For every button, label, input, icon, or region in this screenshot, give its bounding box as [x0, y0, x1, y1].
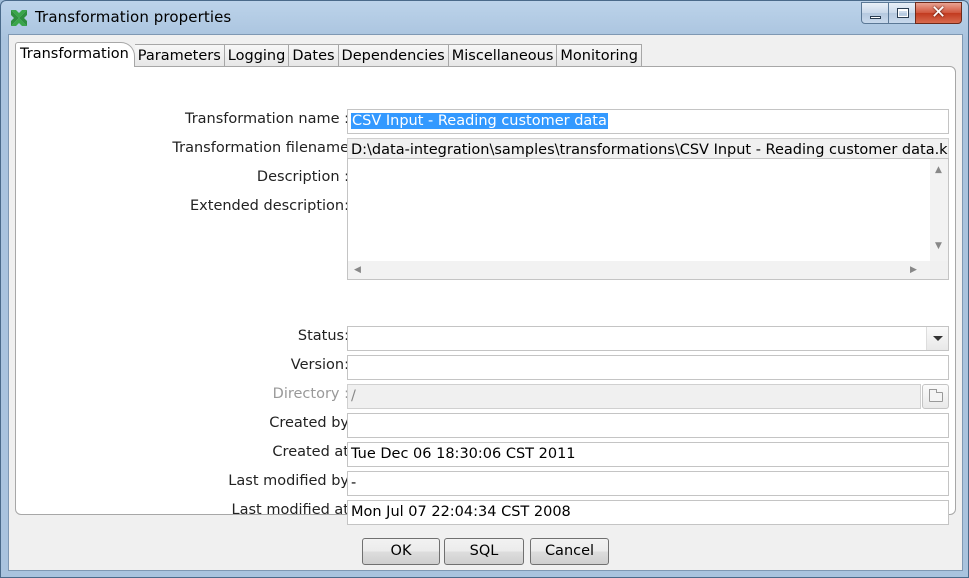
tab-dates[interactable]: Dates: [289, 44, 339, 67]
browse-directory-button[interactable]: [922, 384, 949, 409]
sql-button[interactable]: SQL: [444, 538, 524, 565]
description-label: Description :: [256, 169, 349, 185]
last-modified-by-label: Last modified by: [228, 473, 349, 489]
last-modified-at-label: Last modified at: [231, 502, 349, 518]
maximize-button[interactable]: [888, 2, 916, 24]
minimize-icon: [870, 16, 881, 19]
scroll-right-icon[interactable]: ▶: [910, 265, 917, 275]
created-at-label: Created at: [272, 444, 349, 460]
tab-dependencies[interactable]: Dependencies: [338, 44, 449, 67]
created-at-input[interactable]: Tue Dec 06 18:30:06 CST 2011: [347, 442, 949, 467]
tab-monitoring[interactable]: Monitoring: [557, 44, 642, 67]
tab-miscellaneous[interactable]: Miscellaneous: [448, 44, 558, 67]
folder-icon: [929, 389, 943, 402]
minimize-button[interactable]: [861, 2, 889, 24]
transformation-filename-label: Transformation filename: [172, 140, 349, 156]
window-title: Transformation properties: [35, 8, 232, 26]
extended-description-textarea[interactable]: ▲ ▼ ◀ ▶: [347, 158, 949, 280]
last-modified-at-input[interactable]: Mon Jul 07 22:04:34 CST 2008: [347, 500, 949, 525]
tab-transformation[interactable]: Transformation: [15, 42, 135, 67]
transformation-tab-panel: Transformation name : CSV Input - Readin…: [15, 66, 956, 525]
maximize-icon: [897, 8, 909, 18]
directory-label: Directory :: [272, 386, 349, 402]
close-button[interactable]: ✕: [915, 2, 962, 24]
transformation-name-value: CSV Input - Reading customer data: [351, 113, 608, 129]
app-icon: [11, 10, 27, 26]
tab-parameters[interactable]: Parameters: [134, 44, 225, 67]
status-label: Status:: [297, 328, 349, 344]
created-by-label: Created by: [269, 415, 349, 431]
close-icon: ✕: [930, 2, 947, 23]
transformation-name-input[interactable]: CSV Input - Reading customer data: [347, 109, 949, 134]
version-label: Version:: [290, 357, 349, 373]
last-modified-by-input[interactable]: -: [347, 471, 949, 496]
tab-logging[interactable]: Logging: [224, 44, 290, 67]
extended-description-label: Extended description:: [190, 198, 349, 214]
horizontal-scrollbar[interactable]: ◀ ▶: [348, 261, 930, 279]
scrollbar-corner: [930, 261, 948, 279]
scroll-down-icon[interactable]: ▼: [935, 241, 942, 251]
caption-buttons: ✕: [861, 2, 962, 24]
version-input[interactable]: [347, 355, 949, 380]
created-by-input[interactable]: [347, 413, 949, 438]
dialog-client-area: Transformation Parameters Logging Dates …: [8, 34, 963, 571]
vertical-scrollbar[interactable]: ▲ ▼: [930, 159, 948, 261]
title-bar[interactable]: Transformation properties ✕: [1, 1, 968, 35]
status-dropdown-button[interactable]: [926, 327, 948, 350]
scroll-up-icon[interactable]: ▲: [935, 165, 942, 175]
cancel-button[interactable]: Cancel: [530, 538, 609, 565]
status-combo[interactable]: [347, 326, 949, 351]
tab-strip: Transformation Parameters Logging Dates …: [15, 42, 642, 67]
transformation-name-label: Transformation name :: [184, 111, 349, 127]
ok-button[interactable]: OK: [362, 538, 440, 565]
chevron-down-icon: [933, 336, 943, 341]
transformation-properties-window: Transformation properties ✕ Transformati…: [0, 0, 969, 578]
scroll-left-icon[interactable]: ◀: [354, 265, 361, 275]
directory-field: /: [347, 384, 921, 409]
